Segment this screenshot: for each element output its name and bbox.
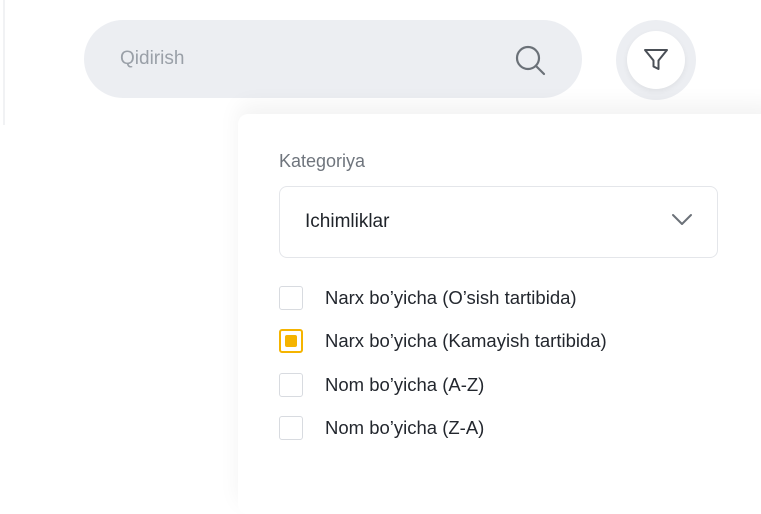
sort-option-name-az[interactable]: Nom bo’yicha (A-Z) — [279, 373, 509, 399]
sort-option-price-asc[interactable]: Narx bo’yicha (O’sish tartibida) — [279, 286, 609, 312]
sort-option-label: Narx bo’yicha (O’sish tartibida) — [325, 287, 577, 308]
checkbox-checked[interactable] — [279, 329, 303, 353]
sort-option-label: Nom bo’yicha (A-Z) — [325, 374, 485, 395]
sort-option-label: Nom bo’yicha (Z-A) — [325, 417, 485, 438]
sort-option-name-za[interactable]: Nom bo’yicha (Z-A) — [279, 416, 509, 442]
category-select[interactable]: Ichimliklar — [279, 186, 718, 258]
sort-option-label: Narx bo’yicha (Kamayish tartibida) — [325, 330, 607, 351]
filter-panel — [238, 114, 761, 514]
chevron-down-icon — [672, 214, 692, 225]
search-bar[interactable] — [84, 20, 582, 98]
category-select-value: Ichimliklar — [305, 211, 390, 232]
search-icon[interactable] — [514, 44, 546, 76]
checkbox[interactable] — [279, 286, 303, 310]
search-input[interactable] — [120, 42, 500, 76]
divider — [3, 0, 5, 125]
filter-icon — [644, 49, 668, 70]
sort-option-price-desc[interactable]: Narx bo’yicha (Kamayish tartibida) — [279, 329, 639, 355]
filter-button[interactable] — [627, 31, 685, 89]
category-label: Kategoriya — [279, 151, 366, 171]
checkbox[interactable] — [279, 373, 303, 397]
checkbox[interactable] — [279, 416, 303, 440]
